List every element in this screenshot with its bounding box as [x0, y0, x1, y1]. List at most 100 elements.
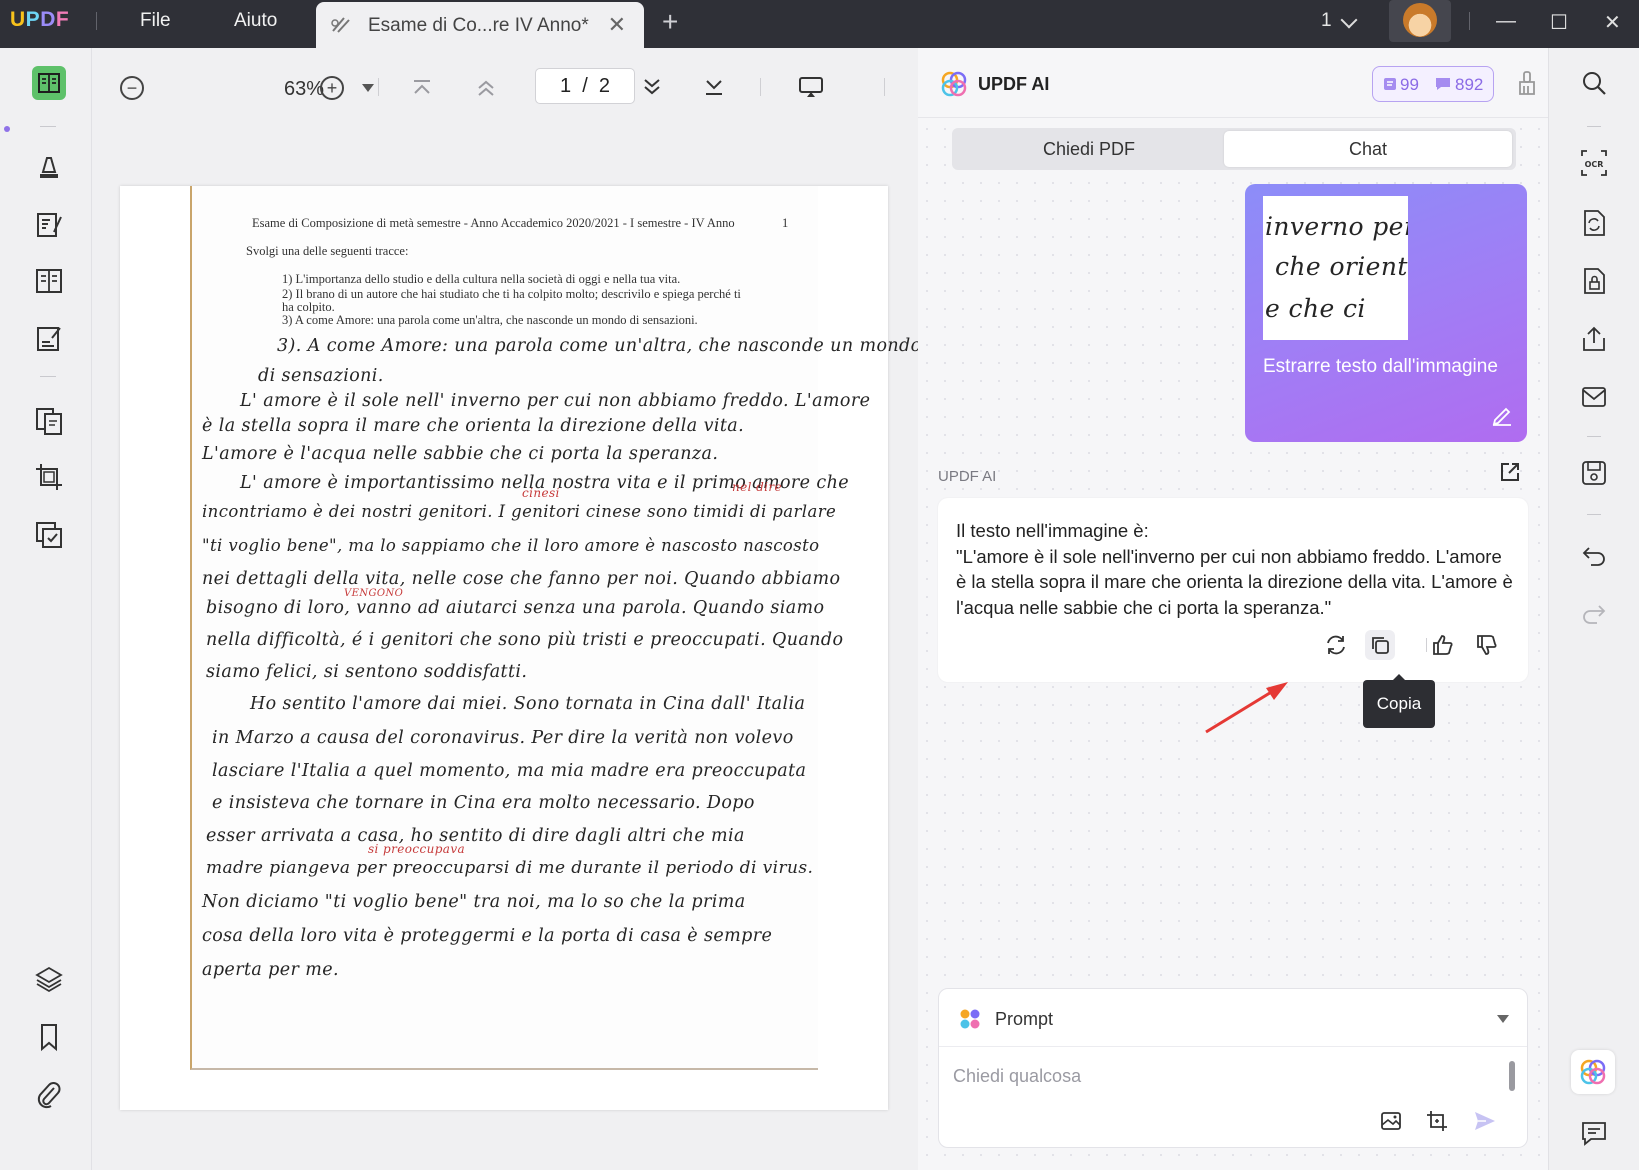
input-scrollbar[interactable] [1509, 1061, 1515, 1091]
comments-icon[interactable] [1579, 1118, 1609, 1148]
edit-message-icon[interactable] [1491, 404, 1513, 426]
action-separator [1426, 638, 1427, 652]
attachment-icon[interactable] [32, 1078, 66, 1112]
redo-icon[interactable] [1579, 598, 1609, 628]
thumbnail-text: che orient [1275, 252, 1408, 281]
fill-sign-icon[interactable] [32, 322, 66, 356]
ai-panel-title: UPDF AI [978, 74, 1050, 94]
handwritten-line: L' amore è il sole nell' inverno per cui… [240, 391, 871, 411]
export-icon[interactable] [1498, 460, 1522, 484]
right-tool-sidebar: OCR [1548, 48, 1639, 1170]
attached-image-thumbnail[interactable]: inverno per che orient e che ci [1263, 196, 1408, 340]
send-icon[interactable] [1473, 1109, 1497, 1133]
user-account-button[interactable] [1389, 0, 1451, 42]
save-icon[interactable] [1579, 458, 1609, 488]
handwritten-line: bisogno di loro, vanno ad aiutarci senza… [206, 598, 825, 618]
zoom-dropdown-icon[interactable] [362, 84, 374, 92]
maximize-button[interactable]: ☐ [1550, 10, 1568, 35]
handwritten-line: e insisteva che tornare in Cina era molt… [212, 793, 755, 813]
document-viewer[interactable]: − 63% + 1 / 2 Esame di Composizione di m… [92, 48, 921, 1170]
window-page-selector[interactable]: 1 [1321, 10, 1332, 32]
zoom-out-button[interactable]: − [120, 76, 144, 100]
tool-divider [40, 126, 56, 127]
scanned-exam-image: Esame di Composizione di metà semestre -… [190, 186, 921, 1070]
notification-dot [4, 126, 10, 132]
tool-divider [1587, 436, 1601, 437]
page-number-input[interactable]: 1 / 2 [535, 68, 635, 104]
close-tab-icon[interactable]: ✕ [608, 12, 626, 38]
previous-page-icon[interactable] [474, 78, 498, 98]
chat-credits-count: 892 [1455, 75, 1484, 94]
svg-text:OCR: OCR [1585, 160, 1604, 169]
protect-icon[interactable] [32, 518, 66, 552]
ai-assistant-button[interactable] [1571, 1050, 1615, 1094]
correction-note: nel dire [732, 480, 783, 494]
toolbar-separator [884, 78, 885, 96]
upload-image-icon[interactable] [1379, 1109, 1403, 1133]
handwritten-line: siamo felici, si sentono soddisfatti. [206, 662, 528, 682]
exam-track: 1) L'importanza dello studio e della cul… [282, 272, 681, 286]
menu-file[interactable]: File [140, 10, 171, 32]
screenshot-crop-icon[interactable] [1425, 1109, 1449, 1133]
chevron-down-icon[interactable] [1340, 11, 1358, 29]
bookmark-icon[interactable] [32, 1020, 66, 1054]
prompt-label: Prompt [995, 1009, 1054, 1029]
tab-chat[interactable]: Chat [1224, 131, 1512, 167]
new-tab-icon[interactable]: + [662, 6, 678, 38]
ai-sender-label: UPDF AI [938, 468, 997, 485]
tab-ask-pdf[interactable]: Chiedi PDF [956, 131, 1222, 167]
thumbs-up-icon[interactable] [1428, 630, 1458, 660]
handwritten-line: cosa della loro vita è proteggermi e la … [202, 926, 773, 946]
title-separator [1469, 12, 1470, 30]
user-message-text: Estrarre testo dall'immagine [1263, 356, 1498, 377]
ai-answer-text[interactable]: Il testo nell'immagine è: "L'amore è il … [956, 518, 1516, 620]
convert-icon[interactable] [32, 404, 66, 438]
last-page-icon[interactable] [702, 76, 726, 98]
regenerate-icon[interactable] [1321, 630, 1351, 660]
thumbnail-text: e che ci [1265, 294, 1366, 323]
reader-icon[interactable] [32, 66, 66, 100]
document-credits-icon [1384, 78, 1396, 90]
thumbs-down-icon[interactable] [1472, 630, 1502, 660]
pdf-page[interactable]: Esame di Composizione di metà semestre -… [120, 186, 921, 1110]
menu-help[interactable]: Aiuto [234, 10, 277, 32]
prompt-selector[interactable]: Prompt [939, 989, 1527, 1047]
presentation-icon[interactable] [797, 75, 825, 99]
crop-icon[interactable] [32, 460, 66, 494]
search-icon[interactable] [1579, 68, 1609, 98]
chevron-down-icon[interactable] [1497, 1015, 1509, 1023]
exam-track: 2) Il brano di un autore che hai studiat… [282, 287, 741, 301]
layers-icon[interactable] [32, 962, 66, 996]
chat-credits-icon [1436, 78, 1450, 90]
close-window-button[interactable]: ✕ [1604, 10, 1621, 35]
next-page-icon[interactable] [640, 76, 664, 98]
exam-header: Esame di Composizione di metà semestre -… [252, 216, 735, 230]
first-page-icon[interactable] [410, 78, 434, 98]
undo-icon[interactable] [1579, 540, 1609, 570]
share-icon[interactable] [1579, 324, 1609, 354]
ocr-icon[interactable]: OCR [1579, 148, 1609, 178]
ai-credits-badge[interactable]: 99 892 [1372, 66, 1494, 102]
handwritten-line: aperta per me. [202, 960, 339, 980]
zoom-in-button[interactable]: + [320, 76, 344, 100]
ask-input[interactable] [953, 1061, 1473, 1091]
comment-icon[interactable] [32, 150, 66, 184]
exam-instruction: Svolgi una delle seguenti tracce: [246, 244, 409, 258]
zoom-level[interactable]: 63% [284, 78, 324, 101]
page-mark: 1 [782, 216, 789, 230]
email-icon[interactable] [1579, 382, 1609, 412]
exam-track: 3) A come Amore: una parola come un'altr… [282, 313, 698, 327]
page-organize-icon[interactable] [32, 264, 66, 298]
edit-pdf-icon[interactable] [32, 208, 66, 242]
minimize-button[interactable]: — [1496, 10, 1516, 33]
copy-icon[interactable] [1365, 630, 1395, 660]
ai-panel-header: UPDF AI 99 892 [918, 48, 1548, 118]
convert-icon[interactable] [1579, 208, 1609, 238]
document-tab-title: Esame di Co...re IV Anno* [368, 15, 589, 36]
handwritten-line: nella difficoltà, é i genitori che sono … [206, 630, 844, 650]
protect-icon[interactable] [1579, 266, 1609, 296]
user-message-bubble: inverno per che orient e che ci Estrarre… [1245, 184, 1527, 442]
handwritten-line: 3). A come Amore: una parola come un'alt… [277, 336, 922, 356]
document-tab[interactable]: Esame di Co...re IV Anno* ✕ [316, 2, 644, 48]
clear-chat-icon[interactable] [1516, 70, 1538, 96]
